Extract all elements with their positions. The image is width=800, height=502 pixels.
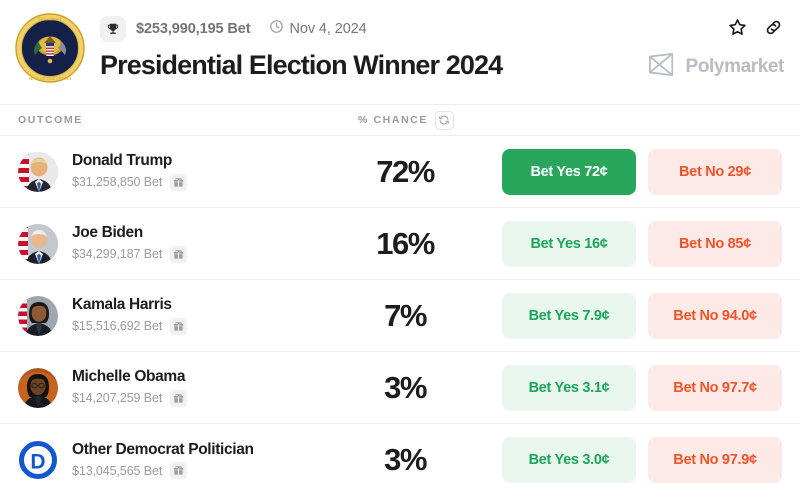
gift-icon[interactable] xyxy=(170,462,188,480)
star-icon[interactable] xyxy=(726,16,748,38)
chance-percent: 7% xyxy=(384,297,427,333)
bet-no-button[interactable]: Bet No 29¢ xyxy=(648,148,782,195)
donald-trump-avatar xyxy=(18,151,58,192)
gift-icon[interactable] xyxy=(170,245,188,263)
bet-buttons: Bet Yes 7.9¢ Bet No 94.0¢ xyxy=(502,292,782,339)
table-row[interactable]: Donald Trump $31,258,850 Bet 72% Bet Yes… xyxy=(0,136,800,208)
bet-no-button[interactable]: Bet No 97.9¢ xyxy=(648,437,782,483)
bet-buttons: Bet Yes 16¢ Bet No 85¢ xyxy=(502,220,782,267)
table-column-header: OUTCOME % CHANCE xyxy=(0,104,800,136)
gift-icon[interactable] xyxy=(170,317,188,335)
column-header-chance: % CHANCE xyxy=(358,114,428,126)
chance-percent: 3% xyxy=(384,442,427,477)
market-header: PRESIDENT SEAL OF THE STATES $253,990,19… xyxy=(0,0,800,104)
bet-yes-button[interactable]: Bet Yes 72¢ xyxy=(502,148,636,195)
link-icon[interactable] xyxy=(762,16,784,38)
table-row[interactable]: Kamala Harris $15,516,692 Bet 7% Bet Yes… xyxy=(0,280,800,352)
market-date: Nov 4, 2024 xyxy=(289,21,367,37)
outcome-name: Other Democrat Politician xyxy=(72,440,254,458)
gift-icon[interactable] xyxy=(170,389,188,407)
column-header-outcome: OUTCOME xyxy=(18,114,83,126)
bet-no-button[interactable]: Bet No 85¢ xyxy=(648,220,782,267)
outcome-name: Michelle Obama xyxy=(72,368,186,386)
refresh-icon[interactable] xyxy=(434,110,454,130)
outcome-sub: $34,299,187 Bet xyxy=(72,245,188,263)
bet-yes-button[interactable]: Bet Yes 3.0¢ xyxy=(502,437,636,483)
gift-icon[interactable] xyxy=(170,173,188,191)
outcome-name: Donald Trump xyxy=(72,152,172,170)
presidential-seal-icon: PRESIDENT SEAL OF THE STATES xyxy=(14,12,86,84)
market-date-wrap: Nov 4, 2024 xyxy=(269,19,367,39)
bet-buttons: Bet Yes 3.1¢ Bet No 97.7¢ xyxy=(502,364,782,411)
brand-name: Polymarket xyxy=(685,56,785,77)
svg-text:D: D xyxy=(30,451,45,474)
bet-buttons: Bet Yes 72¢ Bet No 29¢ xyxy=(502,148,782,195)
kamala-harris-avatar xyxy=(18,295,58,336)
outcome-bet-amount: $13,045,565 Bet xyxy=(72,463,163,478)
chance-percent: 3% xyxy=(384,369,427,405)
table-row[interactable]: Michelle Obama $14,207,259 Bet 3% Bet Ye… xyxy=(0,352,800,424)
header-actions xyxy=(726,16,784,38)
svg-text:PRESIDENT: PRESIDENT xyxy=(38,17,62,22)
joe-biden-avatar xyxy=(18,223,58,264)
svg-text:SEAL OF THE STATES: SEAL OF THE STATES xyxy=(29,76,72,81)
outcome-name: Joe Biden xyxy=(72,224,143,242)
outcome-text: Joe Biden $34,299,187 Bet xyxy=(72,224,188,263)
column-header-chance-wrap: % CHANCE xyxy=(358,110,454,130)
outcome-bet-amount: $31,258,850 Bet xyxy=(72,175,163,190)
outcome-sub: $31,258,850 Bet xyxy=(72,173,188,191)
outcome-sub: $14,207,259 Bet xyxy=(72,389,188,407)
market-meta-row: $253,990,195 Bet Nov 4, 2024 xyxy=(100,16,782,42)
polymarket-market-card: PRESIDENT SEAL OF THE STATES $253,990,19… xyxy=(0,0,800,502)
bet-yes-button[interactable]: Bet Yes 16¢ xyxy=(502,220,636,267)
bet-yes-button[interactable]: Bet Yes 7.9¢ xyxy=(502,292,636,339)
outcome-text: Donald Trump $31,258,850 Bet xyxy=(72,152,188,191)
outcome-text: Michelle Obama $14,207,259 Bet xyxy=(72,368,188,407)
chance-percent: 72% xyxy=(376,153,435,189)
bet-yes-button[interactable]: Bet Yes 3.1¢ xyxy=(502,364,636,411)
clock-icon xyxy=(269,19,284,39)
outcomes-list: Donald Trump $31,258,850 Bet 72% Bet Yes… xyxy=(0,136,800,496)
table-row[interactable]: Joe Biden $34,299,187 Bet 16% Bet Yes 16… xyxy=(0,208,800,280)
outcome-name: Kamala Harris xyxy=(72,296,172,314)
chance-percent: 16% xyxy=(376,225,435,261)
bet-no-button[interactable]: Bet No 97.7¢ xyxy=(648,364,782,411)
outcome-bet-amount: $15,516,692 Bet xyxy=(72,319,163,334)
market-volume: $253,990,195 Bet xyxy=(136,21,251,37)
outcome-text: Other Democrat Politician $13,045,565 Be… xyxy=(72,441,254,480)
outcome-sub: $13,045,565 Bet xyxy=(72,462,254,480)
michelle-obama-avatar xyxy=(18,367,58,408)
bet-no-button[interactable]: Bet No 94.0¢ xyxy=(648,292,782,339)
outcome-bet-amount: $34,299,187 Bet xyxy=(72,247,163,262)
bet-buttons: Bet Yes 3.0¢ Bet No 97.9¢ xyxy=(502,437,782,483)
democrat-party-logo-icon: D xyxy=(18,440,58,480)
outcome-sub: $15,516,692 Bet xyxy=(72,317,188,335)
brand: Polymarket xyxy=(648,52,784,82)
outcome-text: Kamala Harris $15,516,692 Bet xyxy=(72,296,188,335)
table-row[interactable]: D Other Democrat Politician $13,045,565 … xyxy=(0,424,800,496)
outcome-bet-amount: $14,207,259 Bet xyxy=(72,391,163,406)
polymarket-logo-icon xyxy=(648,52,676,82)
trophy-icon xyxy=(100,16,126,42)
